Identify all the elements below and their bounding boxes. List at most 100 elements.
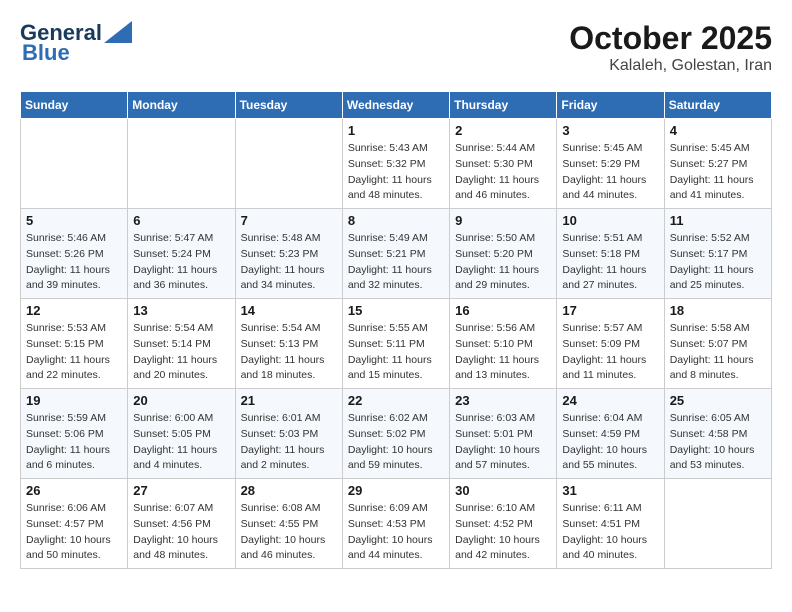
calendar-cell: 5Sunrise: 5:46 AMSunset: 5:26 PMDaylight… <box>21 209 128 299</box>
calendar-cell <box>235 119 342 209</box>
day-number: 30 <box>455 483 551 498</box>
day-info: Sunrise: 5:48 AMSunset: 5:23 PMDaylight:… <box>241 231 337 294</box>
logo-icon <box>104 21 132 43</box>
day-info: Sunrise: 6:00 AMSunset: 5:05 PMDaylight:… <box>133 411 229 474</box>
day-info: Sunrise: 5:53 AMSunset: 5:15 PMDaylight:… <box>26 321 122 384</box>
calendar-cell: 22 Sunrise: 6:02 AMSunset: 5:02 PMDayligh… <box>342 389 449 479</box>
calendar-week-row: 12 Sunrise: 5:53 AMSunset: 5:15 PMDayligh… <box>21 299 772 389</box>
calendar-cell: 30Sunrise: 6:10 AMSunset: 4:52 PMDayligh… <box>450 479 557 569</box>
day-number: 2 <box>455 123 551 138</box>
day-info: Sunrise: 5:57 AMSunset: 5:09 PMDaylight:… <box>562 321 658 384</box>
calendar-table: SundayMondayTuesdayWednesdayThursdayFrid… <box>20 91 772 569</box>
calendar-cell: 3Sunrise: 5:45 AMSunset: 5:29 PMDaylight… <box>557 119 664 209</box>
day-info: Sunrise: 6:09 AMSunset: 4:53 PMDaylight:… <box>348 501 444 564</box>
day-number: 11 <box>670 213 766 228</box>
calendar-cell: 26 Sunrise: 6:06 AMSunset: 4:57 PMDayligh… <box>21 479 128 569</box>
calendar-cell: 18Sunrise: 5:58 AMSunset: 5:07 PMDayligh… <box>664 299 771 389</box>
day-number: 3 <box>562 123 658 138</box>
day-number: 16 <box>455 303 551 318</box>
calendar-header: SundayMondayTuesdayWednesdayThursdayFrid… <box>21 92 772 119</box>
weekday-header-wednesday: Wednesday <box>342 92 449 119</box>
day-info: Sunrise: 5:55 AMSunset: 5:11 PMDaylight:… <box>348 321 444 384</box>
calendar-cell <box>664 479 771 569</box>
calendar-week-row: 26 Sunrise: 6:06 AMSunset: 4:57 PMDayligh… <box>21 479 772 569</box>
day-info: Sunrise: 6:01 AMSunset: 5:03 PMDaylight:… <box>241 411 337 474</box>
day-number: 12 <box>26 303 122 318</box>
day-info: Sunrise: 6:08 AMSunset: 4:55 PMDaylight:… <box>241 501 337 564</box>
day-info: Sunrise: 5:56 AMSunset: 5:10 PMDaylight:… <box>455 321 551 384</box>
day-number: 21 <box>241 393 337 408</box>
calendar-cell: 11 Sunrise: 5:52 AMSunset: 5:17 PMDayligh… <box>664 209 771 299</box>
day-info: Sunrise: 5:47 AMSunset: 5:24 PMDaylight:… <box>133 231 229 294</box>
day-number: 7 <box>241 213 337 228</box>
weekday-header-row: SundayMondayTuesdayWednesdayThursdayFrid… <box>21 92 772 119</box>
day-info: Sunrise: 5:59 AMSunset: 5:06 PMDaylight:… <box>26 411 122 474</box>
calendar-cell: 14 Sunrise: 5:54 AMSunset: 5:13 PMDayligh… <box>235 299 342 389</box>
day-number: 17 <box>562 303 658 318</box>
day-info: Sunrise: 5:50 AMSunset: 5:20 PMDaylight:… <box>455 231 551 294</box>
day-number: 10 <box>562 213 658 228</box>
calendar-cell: 13 Sunrise: 5:54 AMSunset: 5:14 PMDayligh… <box>128 299 235 389</box>
day-number: 19 <box>26 393 122 408</box>
calendar-cell: 7 Sunrise: 5:48 AMSunset: 5:23 PMDaylight… <box>235 209 342 299</box>
day-info: Sunrise: 5:54 AMSunset: 5:14 PMDaylight:… <box>133 321 229 384</box>
day-number: 5 <box>26 213 122 228</box>
day-number: 26 <box>26 483 122 498</box>
calendar-week-row: 1 Sunrise: 5:43 AMSunset: 5:32 PMDaylight… <box>21 119 772 209</box>
calendar-cell: 28 Sunrise: 6:08 AMSunset: 4:55 PMDayligh… <box>235 479 342 569</box>
day-info: Sunrise: 5:43 AMSunset: 5:32 PMDaylight:… <box>348 141 444 204</box>
day-info: Sunrise: 6:03 AMSunset: 5:01 PMDaylight:… <box>455 411 551 474</box>
day-number: 13 <box>133 303 229 318</box>
calendar-cell: 20Sunrise: 6:00 AMSunset: 5:05 PMDayligh… <box>128 389 235 479</box>
calendar-cell <box>128 119 235 209</box>
day-number: 24 <box>562 393 658 408</box>
day-number: 4 <box>670 123 766 138</box>
day-number: 25 <box>670 393 766 408</box>
day-number: 9 <box>455 213 551 228</box>
calendar-cell: 4Sunrise: 5:45 AMSunset: 5:27 PMDaylight… <box>664 119 771 209</box>
location-subtitle: Kalaleh, Golestan, Iran <box>569 57 772 75</box>
logo: General Blue <box>20 20 132 66</box>
day-number: 14 <box>241 303 337 318</box>
day-info: Sunrise: 5:49 AMSunset: 5:21 PMDaylight:… <box>348 231 444 294</box>
day-number: 23 <box>455 393 551 408</box>
day-info: Sunrise: 6:02 AMSunset: 5:02 PMDaylight:… <box>348 411 444 474</box>
day-number: 28 <box>241 483 337 498</box>
logo-text-blue: Blue <box>22 40 70 66</box>
weekday-header-thursday: Thursday <box>450 92 557 119</box>
calendar-cell: 21 Sunrise: 6:01 AMSunset: 5:03 PMDayligh… <box>235 389 342 479</box>
calendar-cell: 25Sunrise: 6:05 AMSunset: 4:58 PMDayligh… <box>664 389 771 479</box>
day-info: Sunrise: 5:52 AMSunset: 5:17 PMDaylight:… <box>670 231 766 294</box>
calendar-cell: 29 Sunrise: 6:09 AMSunset: 4:53 PMDayligh… <box>342 479 449 569</box>
calendar-cell: 12 Sunrise: 5:53 AMSunset: 5:15 PMDayligh… <box>21 299 128 389</box>
day-number: 31 <box>562 483 658 498</box>
day-number: 1 <box>348 123 444 138</box>
day-info: Sunrise: 5:54 AMSunset: 5:13 PMDaylight:… <box>241 321 337 384</box>
weekday-header-monday: Monday <box>128 92 235 119</box>
day-info: Sunrise: 5:44 AMSunset: 5:30 PMDaylight:… <box>455 141 551 204</box>
calendar-cell: 19 Sunrise: 5:59 AMSunset: 5:06 PMDayligh… <box>21 389 128 479</box>
day-info: Sunrise: 6:07 AMSunset: 4:56 PMDaylight:… <box>133 501 229 564</box>
calendar-cell: 1 Sunrise: 5:43 AMSunset: 5:32 PMDaylight… <box>342 119 449 209</box>
weekday-header-saturday: Saturday <box>664 92 771 119</box>
day-number: 8 <box>348 213 444 228</box>
weekday-header-tuesday: Tuesday <box>235 92 342 119</box>
calendar-cell: 17 Sunrise: 5:57 AMSunset: 5:09 PMDayligh… <box>557 299 664 389</box>
calendar-week-row: 5Sunrise: 5:46 AMSunset: 5:26 PMDaylight… <box>21 209 772 299</box>
calendar-cell: 9 Sunrise: 5:50 AMSunset: 5:20 PMDaylight… <box>450 209 557 299</box>
day-number: 29 <box>348 483 444 498</box>
day-info: Sunrise: 6:11 AMSunset: 4:51 PMDaylight:… <box>562 501 658 564</box>
calendar-week-row: 19 Sunrise: 5:59 AMSunset: 5:06 PMDayligh… <box>21 389 772 479</box>
calendar-cell: 2 Sunrise: 5:44 AMSunset: 5:30 PMDaylight… <box>450 119 557 209</box>
day-info: Sunrise: 5:51 AMSunset: 5:18 PMDaylight:… <box>562 231 658 294</box>
title-block: October 2025 Kalaleh, Golestan, Iran <box>569 20 772 75</box>
day-number: 15 <box>348 303 444 318</box>
calendar-cell <box>21 119 128 209</box>
calendar-cell: 31 Sunrise: 6:11 AMSunset: 4:51 PMDayligh… <box>557 479 664 569</box>
page-header: General Blue October 2025 Kalaleh, Goles… <box>20 20 772 75</box>
calendar-body: 1 Sunrise: 5:43 AMSunset: 5:32 PMDaylight… <box>21 119 772 569</box>
weekday-header-friday: Friday <box>557 92 664 119</box>
day-number: 22 <box>348 393 444 408</box>
day-info: Sunrise: 6:06 AMSunset: 4:57 PMDaylight:… <box>26 501 122 564</box>
calendar-cell: 6Sunrise: 5:47 AMSunset: 5:24 PMDaylight… <box>128 209 235 299</box>
